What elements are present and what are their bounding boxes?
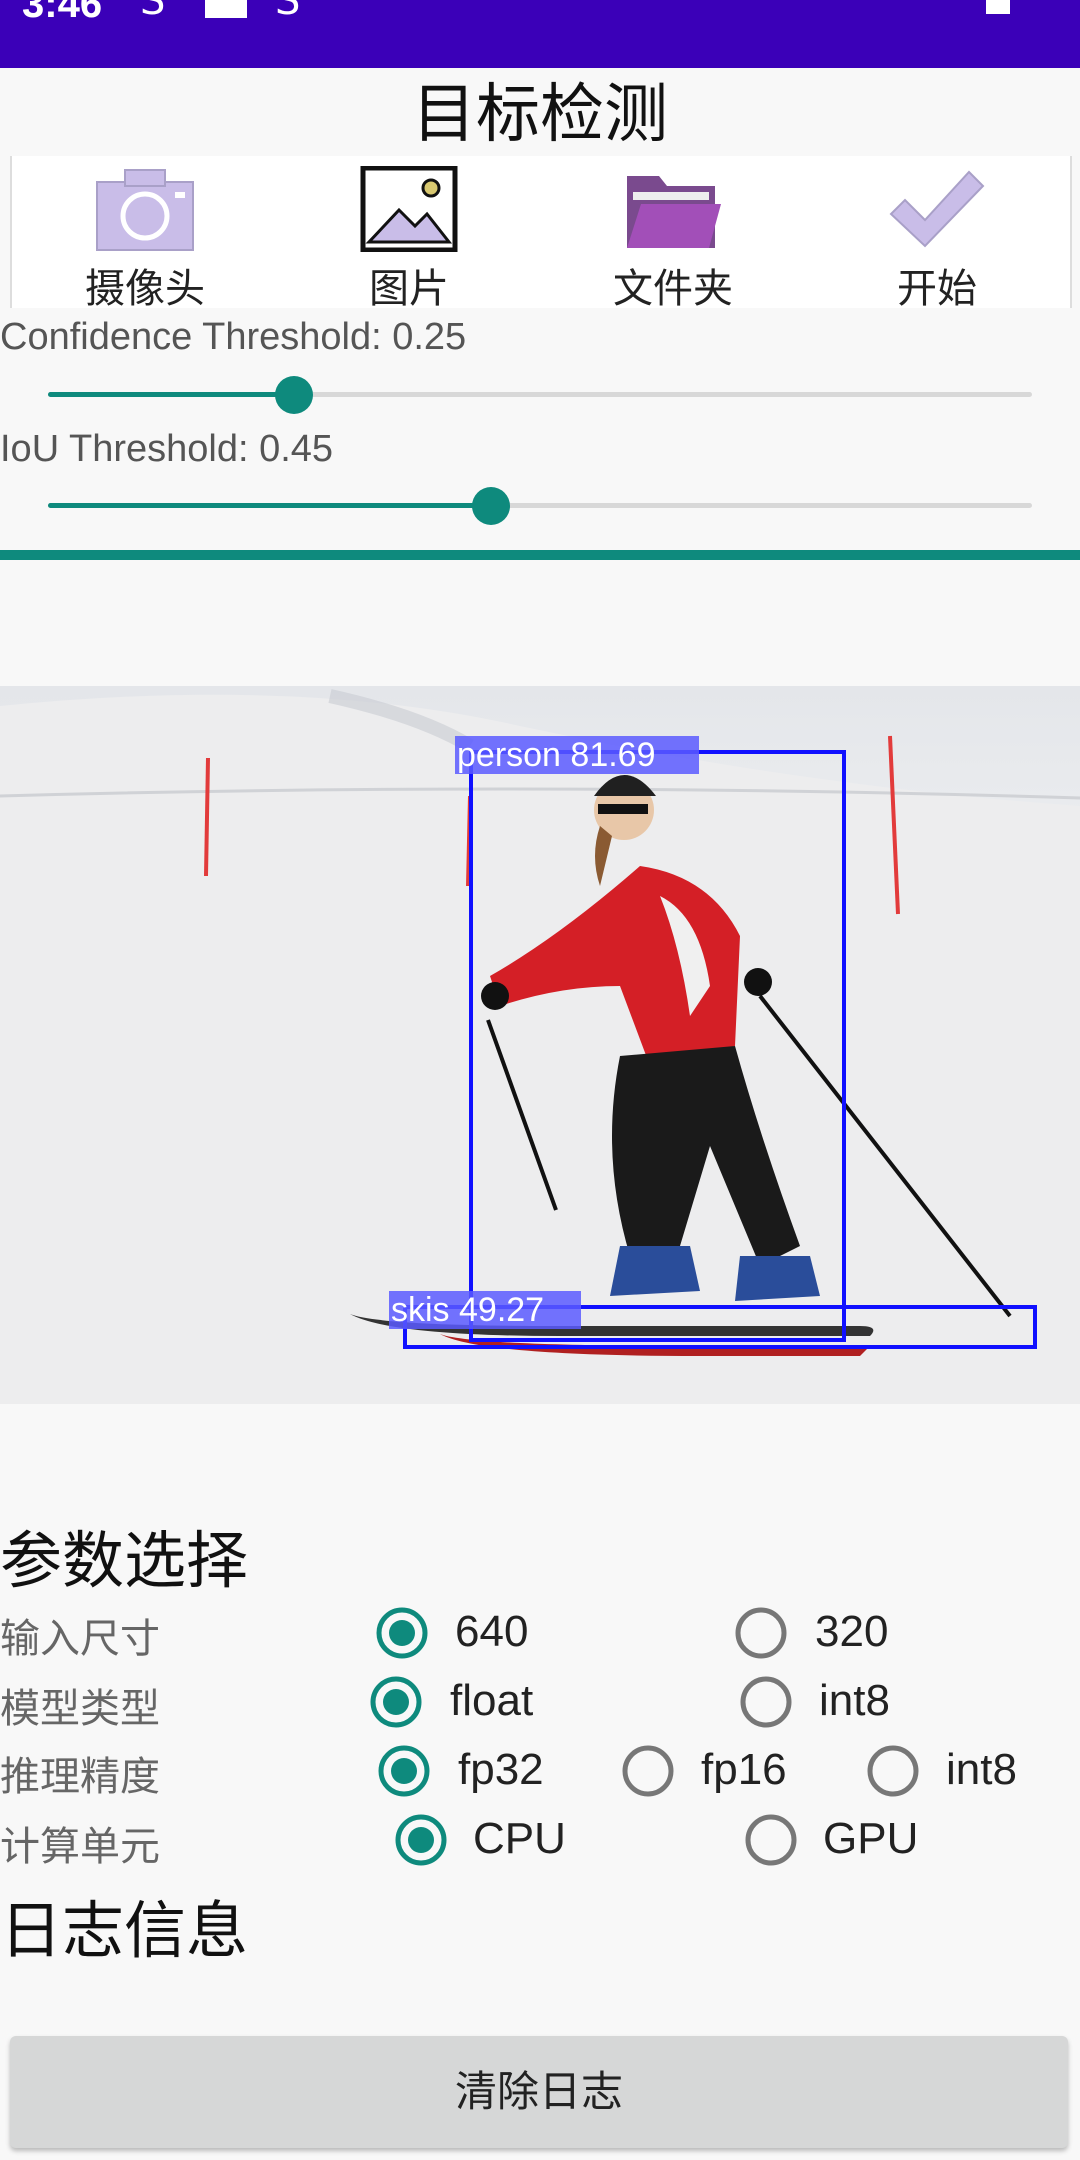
- input-size-label: 输入尺寸: [0, 1616, 160, 1662]
- iou-slider-fill: [48, 503, 491, 508]
- radio-checked-icon: [378, 1745, 430, 1797]
- radio-unchecked-icon: [740, 1676, 792, 1728]
- skis-detection-label: skis 49.27: [391, 1291, 544, 1329]
- camera-label: 摄像头: [85, 266, 205, 312]
- folder-icon: [627, 176, 721, 248]
- radio-unchecked-icon: [745, 1814, 797, 1866]
- radio-checked-icon: [370, 1676, 422, 1728]
- start-button[interactable]: 开始: [837, 156, 1037, 312]
- radio-unchecked-icon: [622, 1745, 674, 1797]
- model-type-label: 模型类型: [0, 1686, 160, 1732]
- radio-checked-icon: [395, 1814, 447, 1866]
- app-title: 目标检测: [412, 78, 668, 152]
- image-button[interactable]: 图片: [309, 156, 509, 312]
- radio-gpu[interactable]: [745, 1814, 797, 1870]
- notification-square-icon: [205, 0, 247, 18]
- log-heading: 日志信息: [0, 1894, 249, 1967]
- radio-int8-precision-label: int8: [946, 1745, 1017, 1794]
- checkmark-icon: [889, 170, 985, 248]
- radio-fp16-label: fp16: [701, 1745, 787, 1794]
- iou-threshold-label: IoU Threshold: 0.45: [0, 428, 334, 470]
- camera-icon: [96, 169, 194, 251]
- radio-int8-precision[interactable]: [867, 1745, 919, 1801]
- clear-log-button[interactable]: 清除日志: [10, 2036, 1068, 2148]
- radio-float[interactable]: [370, 1676, 422, 1732]
- compute-unit-label: 计算单元: [0, 1824, 160, 1870]
- radio-320-label: 320: [815, 1607, 889, 1656]
- radio-int8-model[interactable]: [740, 1676, 792, 1732]
- radio-checked-icon: [376, 1607, 428, 1659]
- radio-640[interactable]: [376, 1607, 428, 1663]
- precision-label: 推理精度: [0, 1754, 160, 1800]
- start-label: 开始: [897, 266, 977, 312]
- image-label: 图片: [369, 266, 449, 312]
- radio-int8-model-label: int8: [819, 1676, 890, 1725]
- radio-fp16[interactable]: [622, 1745, 674, 1801]
- radio-unchecked-icon: [735, 1607, 787, 1659]
- confidence-slider-fill: [48, 392, 294, 397]
- iou-slider[interactable]: [48, 487, 1032, 525]
- camera-button[interactable]: 摄像头: [45, 156, 245, 312]
- radio-fp32-label: fp32: [458, 1745, 544, 1794]
- radio-float-label: float: [450, 1676, 534, 1725]
- detection-result-image: person 81.69 skis 49.27: [0, 686, 1080, 1404]
- confidence-threshold-label: Confidence Threshold: 0.25: [0, 316, 467, 358]
- radio-320[interactable]: [735, 1607, 787, 1663]
- radio-cpu[interactable]: [395, 1814, 447, 1870]
- notification-icon: S: [140, 0, 166, 24]
- confidence-slider[interactable]: [48, 376, 1032, 414]
- status-time: 3:46: [22, 0, 103, 26]
- radio-640-label: 640: [455, 1607, 529, 1656]
- radio-fp32[interactable]: [378, 1745, 430, 1801]
- radio-cpu-label: CPU: [473, 1814, 566, 1863]
- radio-gpu-label: GPU: [823, 1814, 919, 1863]
- progress-bar: [0, 550, 1080, 560]
- iou-slider-thumb[interactable]: [471, 487, 510, 525]
- toolbar: 摄像头 图片 文件夹 开始: [10, 156, 1072, 312]
- notification-icon-2: S: [275, 0, 301, 24]
- folder-button[interactable]: 文件夹: [573, 156, 773, 312]
- folder-label: 文件夹: [613, 266, 733, 312]
- status-bar: 3:46 S S: [0, 0, 1080, 68]
- radio-unchecked-icon: [867, 1745, 919, 1797]
- ski-photo: person 81.69 skis 49.27: [0, 686, 1080, 1404]
- battery-icon: [986, 0, 1010, 14]
- confidence-slider-thumb[interactable]: [275, 376, 313, 414]
- person-detection-label: person 81.69: [457, 736, 656, 774]
- params-heading: 参数选择: [0, 1524, 249, 1597]
- image-icon: [360, 166, 458, 252]
